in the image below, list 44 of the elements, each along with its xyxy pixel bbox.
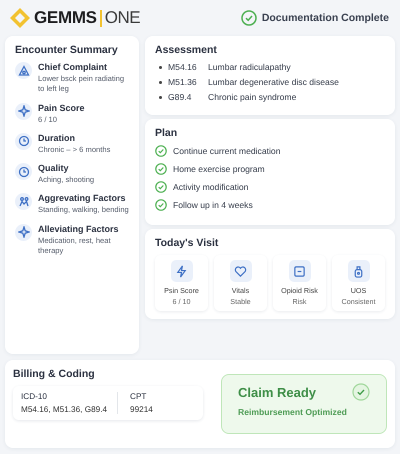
claim-title: Claim Ready — [238, 384, 316, 400]
claim-subtitle: Reimbursement Optimized — [238, 407, 348, 417]
item-label: Alleviating Factors — [38, 224, 120, 234]
item-label: Quality — [38, 163, 70, 173]
plan-item-text: Continue current medication — [173, 146, 280, 156]
diagnosis-code: M51.36 — [168, 77, 198, 87]
square-icon — [288, 260, 310, 282]
card-title: Encounter Summary — [15, 44, 119, 56]
card-title: Billing & Coding — [13, 368, 96, 380]
item-label: Duration — [38, 132, 76, 143]
sparkle-icon — [15, 224, 32, 240]
logo-subtext: ONE — [104, 8, 140, 28]
card-title: Today's Visit — [155, 237, 220, 249]
bullet-icon — [159, 96, 162, 98]
diagnosis-text: Chronic pain syndrome — [208, 92, 296, 102]
diagnosis-text: Lumbar radiculapathy — [208, 62, 291, 72]
diagnosis-text: Lumbar degenerative disc disease — [208, 77, 339, 87]
plan-item-text: Follow up in 4 weeks — [173, 200, 253, 210]
diagnosis-code: M54.16 — [168, 62, 198, 72]
lightning-icon — [170, 260, 192, 282]
check-circle-icon — [240, 10, 257, 26]
logo-text: GEMMS — [34, 8, 97, 28]
bottle-icon — [348, 260, 370, 282]
bullet-icon — [159, 66, 162, 68]
clock-icon — [15, 163, 32, 180]
logo-icon — [9, 7, 31, 29]
item-label: Pain Score — [38, 102, 85, 112]
check-circle-icon — [352, 383, 370, 401]
item-label: Aggrevating Factors — [38, 193, 127, 204]
people-icon — [15, 193, 32, 210]
diagnosis-code: G89.4 — [168, 92, 192, 102]
code-label: ICD-10 — [21, 392, 48, 401]
bullet-icon — [159, 80, 162, 84]
status-text: Documentation Complete — [262, 12, 389, 24]
code-value: M54.16, M51.36, G89.4 — [21, 405, 108, 414]
card-title: Assessment — [155, 44, 218, 56]
plan-item-text: Activity modification — [173, 182, 248, 192]
item-label: Chief Complaint — [38, 62, 108, 72]
code-value: 99214 — [130, 405, 153, 414]
card-title: Plan — [155, 127, 178, 139]
code-label: CPT — [130, 392, 148, 401]
plan-item-text: Home exercise program — [173, 164, 265, 174]
clock-icon — [15, 132, 32, 150]
sparkle-icon — [15, 102, 32, 120]
